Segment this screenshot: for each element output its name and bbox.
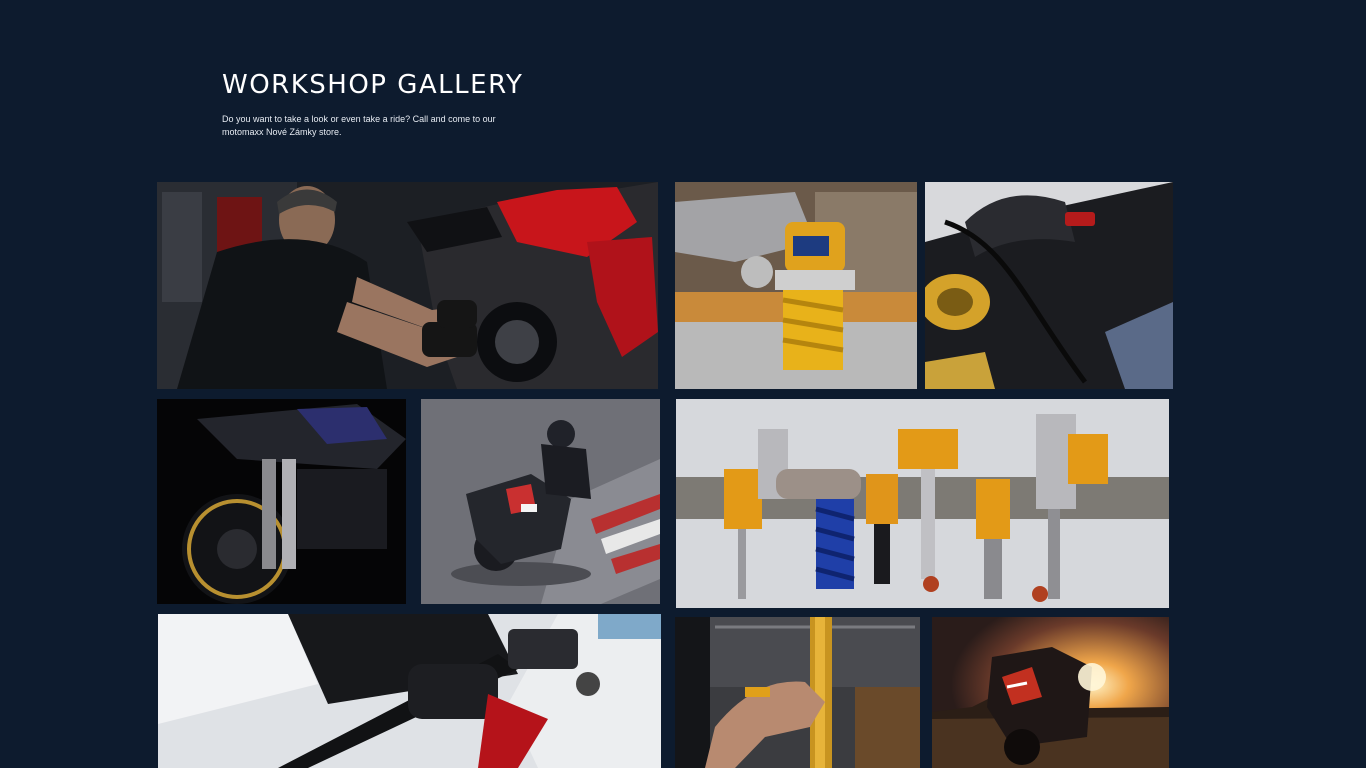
gallery-photo-white-bike-handlebar[interactable] (158, 614, 661, 768)
photo-shocks-wall-rack-image (676, 399, 1169, 608)
gallery-photo-handlebar-closeup[interactable] (925, 182, 1173, 389)
photo-handlebar-closeup-image (925, 182, 1173, 389)
workshop-gallery-page: WORKSHOP GALLERY Do you want to take a l… (0, 0, 1366, 768)
photo-black-bike-front-image (157, 399, 406, 604)
gallery-photo-black-bike-front[interactable] (157, 399, 406, 604)
photo-white-bike-handlebar-image (158, 614, 661, 768)
gallery-photo-mechanic-red-bike[interactable] (157, 182, 658, 389)
gallery-photo-gold-shock[interactable] (675, 182, 917, 389)
gallery-photo-rider-track[interactable] (421, 399, 660, 604)
photo-rider-track-image (421, 399, 660, 604)
photo-gold-fork-assembly-image (675, 617, 920, 768)
gallery-photo-sunset-motorcycle[interactable] (932, 617, 1169, 768)
gallery-title: WORKSHOP GALLERY (222, 70, 524, 100)
gallery-subtitle: Do you want to take a look or even take … (222, 114, 496, 137)
photo-sunset-motorcycle-image (932, 617, 1169, 768)
gallery-photo-shocks-wall-rack[interactable] (676, 399, 1169, 608)
photo-gold-shock-image (675, 182, 917, 389)
photo-mechanic-red-bike-image (157, 182, 658, 389)
gallery-photo-gold-fork-assembly[interactable] (675, 617, 920, 768)
